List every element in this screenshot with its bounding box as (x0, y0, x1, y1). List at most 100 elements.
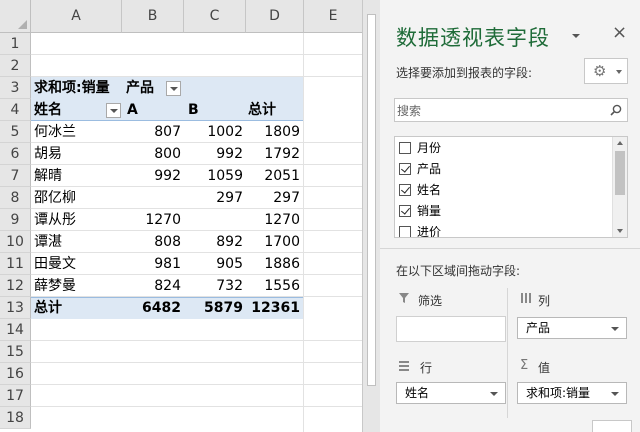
row-header[interactable]: 11 (0, 253, 31, 275)
row-header[interactable]: 5 (0, 121, 31, 143)
pivot-row-label[interactable]: 何冰兰 (34, 121, 76, 143)
filters-drop-zone[interactable] (396, 316, 506, 342)
pivot-cell-b[interactable] (184, 209, 243, 231)
pivot-cell-total[interactable]: 1809 (246, 121, 300, 143)
row-header[interactable]: 14 (0, 319, 31, 341)
pivot-row-label[interactable]: 田曼文 (34, 253, 76, 275)
area-separator (507, 288, 508, 418)
select-all-corner[interactable] (0, 0, 31, 33)
chevron-down-icon[interactable] (490, 392, 498, 396)
rows-field-chip[interactable]: 姓名 (396, 382, 506, 404)
pivot-cell-b[interactable]: 297 (184, 187, 243, 209)
sheet-vertical-scrollbar[interactable] (362, 0, 380, 432)
row-header[interactable]: 7 (0, 165, 31, 187)
spreadsheet-grid[interactable]: A B C D E 1 2 3 4 5 6 7 8 9 10 11 12 13 … (0, 0, 362, 432)
pivot-cell-total[interactable]: 297 (246, 187, 300, 209)
field-checkbox[interactable] (399, 142, 411, 154)
field-list[interactable]: 月份 产品 姓名 销量 进价 (394, 136, 628, 238)
column-header-e[interactable]: E (304, 0, 362, 33)
pivot-grand-total-a[interactable]: 6482 (122, 297, 181, 319)
field-checkbox[interactable] (399, 163, 411, 175)
row-header[interactable]: 1 (0, 33, 31, 55)
values-area-label: 值 (538, 361, 551, 375)
pivot-col-total-header[interactable]: 总计 (248, 99, 276, 121)
row-header[interactable]: 6 (0, 143, 31, 165)
pivot-row-label[interactable]: 谭从彤 (34, 209, 76, 231)
pivot-cell-a[interactable]: 807 (122, 121, 181, 143)
row-header[interactable]: 18 (0, 407, 31, 429)
pivot-cell-a[interactable]: 824 (122, 275, 181, 297)
sigma-icon: Σ (520, 358, 529, 373)
pivot-cell-a[interactable]: 808 (122, 231, 181, 253)
gear-icon: ⚙ (593, 62, 607, 80)
pivot-row-label[interactable]: 薛梦曼 (34, 275, 76, 297)
row-header[interactable]: 12 (0, 275, 31, 297)
row-header[interactable]: 17 (0, 385, 31, 407)
field-checkbox[interactable] (399, 184, 411, 196)
pivot-cell-total[interactable]: 1556 (246, 275, 300, 297)
scroll-up-icon[interactable] (617, 141, 623, 145)
tools-button[interactable]: ⚙ (584, 58, 628, 84)
field-search-input[interactable]: 搜索 (394, 98, 628, 122)
row-header[interactable]: 13 (0, 297, 31, 319)
pivot-cell-total[interactable]: 1270 (246, 209, 300, 231)
column-header-b[interactable]: B (122, 0, 184, 33)
row-header[interactable]: 10 (0, 231, 31, 253)
close-icon[interactable]: × (612, 22, 627, 43)
column-header-c[interactable]: C (184, 0, 246, 33)
column-header-d[interactable]: D (246, 0, 304, 33)
pivot-values-caption[interactable]: 求和项:销量 (34, 77, 110, 99)
pivot-cell-b[interactable]: 1059 (184, 165, 243, 187)
scrollbar-thumb[interactable] (367, 14, 376, 386)
row-header[interactable]: 16 (0, 363, 31, 385)
pivot-cell-a[interactable] (122, 187, 181, 209)
row-header[interactable]: 3 (0, 77, 31, 99)
search-icon[interactable] (610, 104, 622, 116)
pivot-cell-a[interactable]: 981 (122, 253, 181, 275)
pivot-col-b-header[interactable]: B (188, 99, 199, 121)
row-header[interactable]: 2 (0, 55, 31, 77)
pivot-cell-a[interactable]: 1270 (122, 209, 181, 231)
chevron-down-icon[interactable] (611, 392, 619, 396)
scroll-down-icon[interactable] (617, 229, 623, 233)
pivot-cell-total[interactable]: 2051 (246, 165, 300, 187)
update-button[interactable] (592, 420, 632, 432)
pivot-cell-b[interactable]: 992 (184, 143, 243, 165)
row-header[interactable]: 15 (0, 341, 31, 363)
field-checkbox[interactable] (399, 205, 411, 217)
values-field-chip[interactable]: 求和项:销量 (517, 382, 627, 404)
field-list-scrollbar[interactable] (612, 137, 627, 237)
pivot-row-label[interactable]: 解晴 (34, 165, 62, 187)
column-header-a[interactable]: A (31, 0, 122, 33)
pivot-cell-total[interactable]: 1792 (246, 143, 300, 165)
pivot-cell-b[interactable]: 732 (184, 275, 243, 297)
row-header[interactable]: 8 (0, 187, 31, 209)
pane-options-chevron-icon[interactable] (572, 34, 580, 38)
pivot-grand-total[interactable]: 12361 (246, 297, 300, 319)
pivot-row-field-caption[interactable]: 姓名 (34, 99, 62, 121)
choose-fields-label: 选择要添加到报表的字段: (396, 66, 533, 80)
name-filter-dropdown[interactable] (106, 103, 121, 118)
pivot-cell-a[interactable]: 992 (122, 165, 181, 187)
pivot-column-field-caption[interactable]: 产品 (126, 77, 154, 99)
pivot-cell-b[interactable]: 892 (184, 231, 243, 253)
pane-divider[interactable] (380, 248, 640, 249)
row-header[interactable]: 9 (0, 209, 31, 231)
columns-field-chip[interactable]: 产品 (517, 317, 627, 339)
pivot-grand-total-label[interactable]: 总计 (34, 297, 62, 319)
pivot-cell-a[interactable]: 800 (122, 143, 181, 165)
scrollbar-thumb[interactable] (615, 151, 625, 195)
pivot-row-label[interactable]: 邵亿柳 (34, 187, 76, 209)
pivot-row-label[interactable]: 胡易 (34, 143, 62, 165)
pivot-cell-b[interactable]: 1002 (184, 121, 243, 143)
row-header[interactable]: 4 (0, 99, 31, 121)
pivot-col-a-header[interactable]: A (127, 99, 138, 121)
pivot-cell-b[interactable]: 905 (184, 253, 243, 275)
chevron-down-icon[interactable] (611, 327, 619, 331)
pivot-cell-total[interactable]: 1700 (246, 231, 300, 253)
pivot-cell-total[interactable]: 1886 (246, 253, 300, 275)
pivot-grand-total-b[interactable]: 5879 (184, 297, 243, 319)
pivot-row-label[interactable]: 谭湛 (34, 231, 62, 253)
product-filter-dropdown[interactable] (166, 81, 181, 96)
field-checkbox[interactable] (399, 226, 411, 237)
